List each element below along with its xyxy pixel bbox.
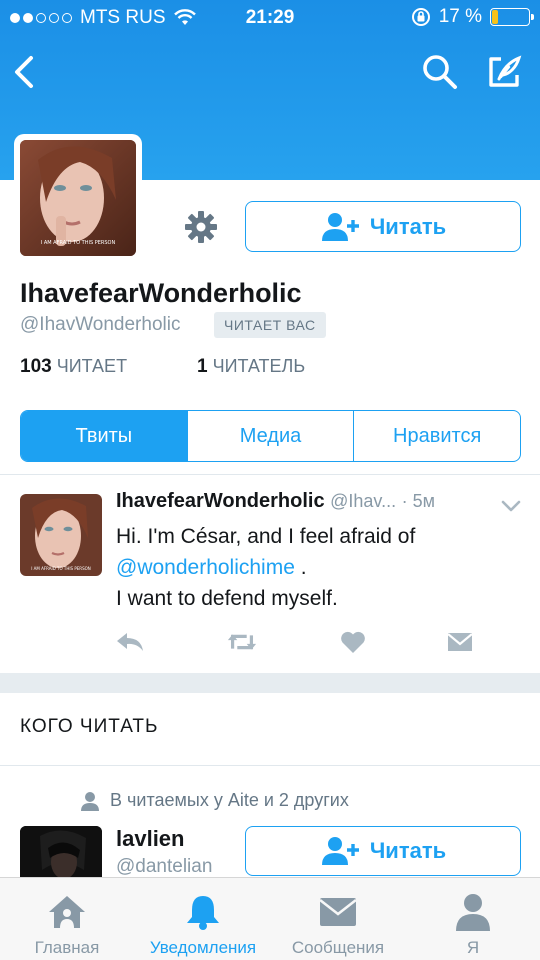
tab-me-label: Я bbox=[466, 938, 480, 957]
tweet-time: · 5м bbox=[401, 491, 436, 511]
tab-notifications-label: Уведомления bbox=[149, 938, 257, 957]
battery-icon bbox=[490, 8, 534, 26]
avatar-photo: I AM AFRAID TO THIS PERSON bbox=[20, 140, 136, 256]
tab-likes[interactable]: Нравится bbox=[353, 411, 520, 461]
tweet-author-handle: @Ihav... bbox=[330, 491, 397, 511]
follows-you-badge: ЧИТАЕТ ВАС bbox=[214, 312, 326, 338]
tweet-line-2: @wonderholichime . bbox=[116, 552, 526, 583]
profile-avatar[interactable]: I AM AFRAID TO THIS PERSON bbox=[14, 134, 142, 262]
carrier-name: MTS RUS bbox=[80, 7, 166, 28]
tweet-line-1: Hi. I'm César, and I feel afraid of bbox=[116, 525, 416, 548]
tab-me[interactable]: Я bbox=[440, 878, 506, 960]
follow-button[interactable]: Читать bbox=[245, 201, 521, 252]
following-count: 103 bbox=[20, 356, 52, 377]
tweet-text: Hi. I'm César, and I feel afraid of @won… bbox=[116, 521, 526, 614]
bottom-tab-bar: Главная Уведомления Сообщения Я bbox=[0, 877, 540, 960]
avatar-caption: I AM AFRAID TO THIS PERSON bbox=[41, 240, 116, 246]
suggestion-context: В читаемых у Aite и 2 других bbox=[80, 790, 349, 811]
tweet-line-2-rest: . bbox=[294, 556, 307, 579]
section-separator bbox=[0, 673, 540, 693]
followers-label: ЧИТАТЕЛЬ bbox=[212, 356, 306, 376]
heart-icon bbox=[341, 631, 365, 653]
tab-media[interactable]: Медиа bbox=[186, 411, 354, 461]
follow-button-label: Читать bbox=[369, 213, 447, 239]
followers-stat[interactable]: 1 ЧИТАТЕЛЬ bbox=[197, 356, 305, 378]
settings-gear-icon[interactable] bbox=[184, 210, 218, 244]
reply-button[interactable] bbox=[114, 628, 146, 656]
back-button[interactable] bbox=[2, 50, 46, 94]
battery-level bbox=[492, 10, 499, 24]
followers-count: 1 bbox=[197, 356, 208, 377]
person-icon bbox=[456, 894, 490, 931]
tweet-header: IhavefearWonderholic @Ihav... · 5м bbox=[116, 490, 526, 513]
retweet-icon bbox=[227, 634, 257, 650]
search-button[interactable] bbox=[418, 50, 462, 94]
tweet-author-avatar[interactable]: I AM AFRAID TO THIS PERSON bbox=[20, 494, 102, 576]
suggestion-follow-button[interactable]: Читать bbox=[245, 826, 521, 876]
suggestion-context-text: В читаемых у Aite и 2 других bbox=[110, 790, 349, 810]
tweet-avatar-caption: I AM AFRAID TO THIS PERSON bbox=[31, 566, 91, 571]
following-stat[interactable]: 103 ЧИТАЕТ bbox=[20, 356, 127, 378]
tab-tweets[interactable]: Твиты bbox=[21, 411, 187, 461]
compose-button[interactable] bbox=[482, 50, 526, 94]
suggestion-handle: @dantelian bbox=[116, 856, 213, 877]
avatar-image: I AM AFRAID TO THIS PERSON bbox=[20, 140, 136, 256]
chevron-left-icon bbox=[15, 56, 33, 88]
home-icon bbox=[49, 896, 85, 928]
tweet-mention-link[interactable]: @wonderholichime bbox=[116, 556, 295, 579]
add-user-icon bbox=[321, 837, 359, 865]
profile-tabs: Твиты Медиа Нравится bbox=[20, 410, 521, 462]
profile-handle: @IhavWonderholic bbox=[20, 314, 181, 335]
suggestion-follow-label: Читать bbox=[369, 838, 447, 863]
battery-info: 17 % bbox=[411, 6, 534, 28]
like-button[interactable] bbox=[337, 628, 369, 656]
status-bar: MTS RUS 21:29 17 % bbox=[0, 0, 540, 36]
signal-strength-icon bbox=[10, 13, 72, 23]
tab-notifications[interactable]: Уведомления bbox=[140, 878, 266, 960]
who-to-follow-title: КОГО ЧИТАТЬ bbox=[20, 716, 159, 737]
person-icon bbox=[81, 791, 99, 811]
wifi-icon bbox=[173, 9, 196, 25]
tab-home-label: Главная bbox=[34, 938, 100, 957]
carrier-info: MTS RUS bbox=[10, 7, 196, 29]
tweet-line-3: I want to defend myself. bbox=[116, 587, 338, 610]
following-label: ЧИТАЕТ bbox=[56, 356, 128, 376]
add-user-icon bbox=[321, 212, 359, 241]
retweet-button[interactable] bbox=[226, 628, 258, 656]
divider bbox=[0, 474, 540, 475]
tab-home[interactable]: Главная bbox=[22, 878, 112, 960]
profile-display-name: IhavefearWonderholic bbox=[20, 278, 302, 308]
tab-messages-label: Сообщения bbox=[291, 938, 385, 957]
chevron-down-icon[interactable] bbox=[500, 496, 522, 516]
search-icon bbox=[423, 55, 457, 89]
suggestion-name[interactable]: lavlien bbox=[116, 826, 184, 852]
reply-icon bbox=[117, 633, 143, 651]
divider bbox=[0, 765, 540, 766]
tweet-author-name[interactable]: IhavefearWonderholic bbox=[116, 490, 325, 512]
direct-message-button[interactable] bbox=[444, 628, 476, 656]
bell-icon bbox=[187, 896, 219, 930]
tweet-avatar-photo: I AM AFRAID TO THIS PERSON bbox=[20, 494, 102, 576]
envelope-icon bbox=[447, 633, 473, 651]
compose-tweet-icon bbox=[489, 55, 522, 87]
orientation-lock-icon bbox=[411, 8, 430, 26]
battery-percent: 17 % bbox=[438, 6, 482, 27]
envelope-icon bbox=[319, 898, 357, 926]
tab-messages[interactable]: Сообщения bbox=[284, 878, 392, 960]
